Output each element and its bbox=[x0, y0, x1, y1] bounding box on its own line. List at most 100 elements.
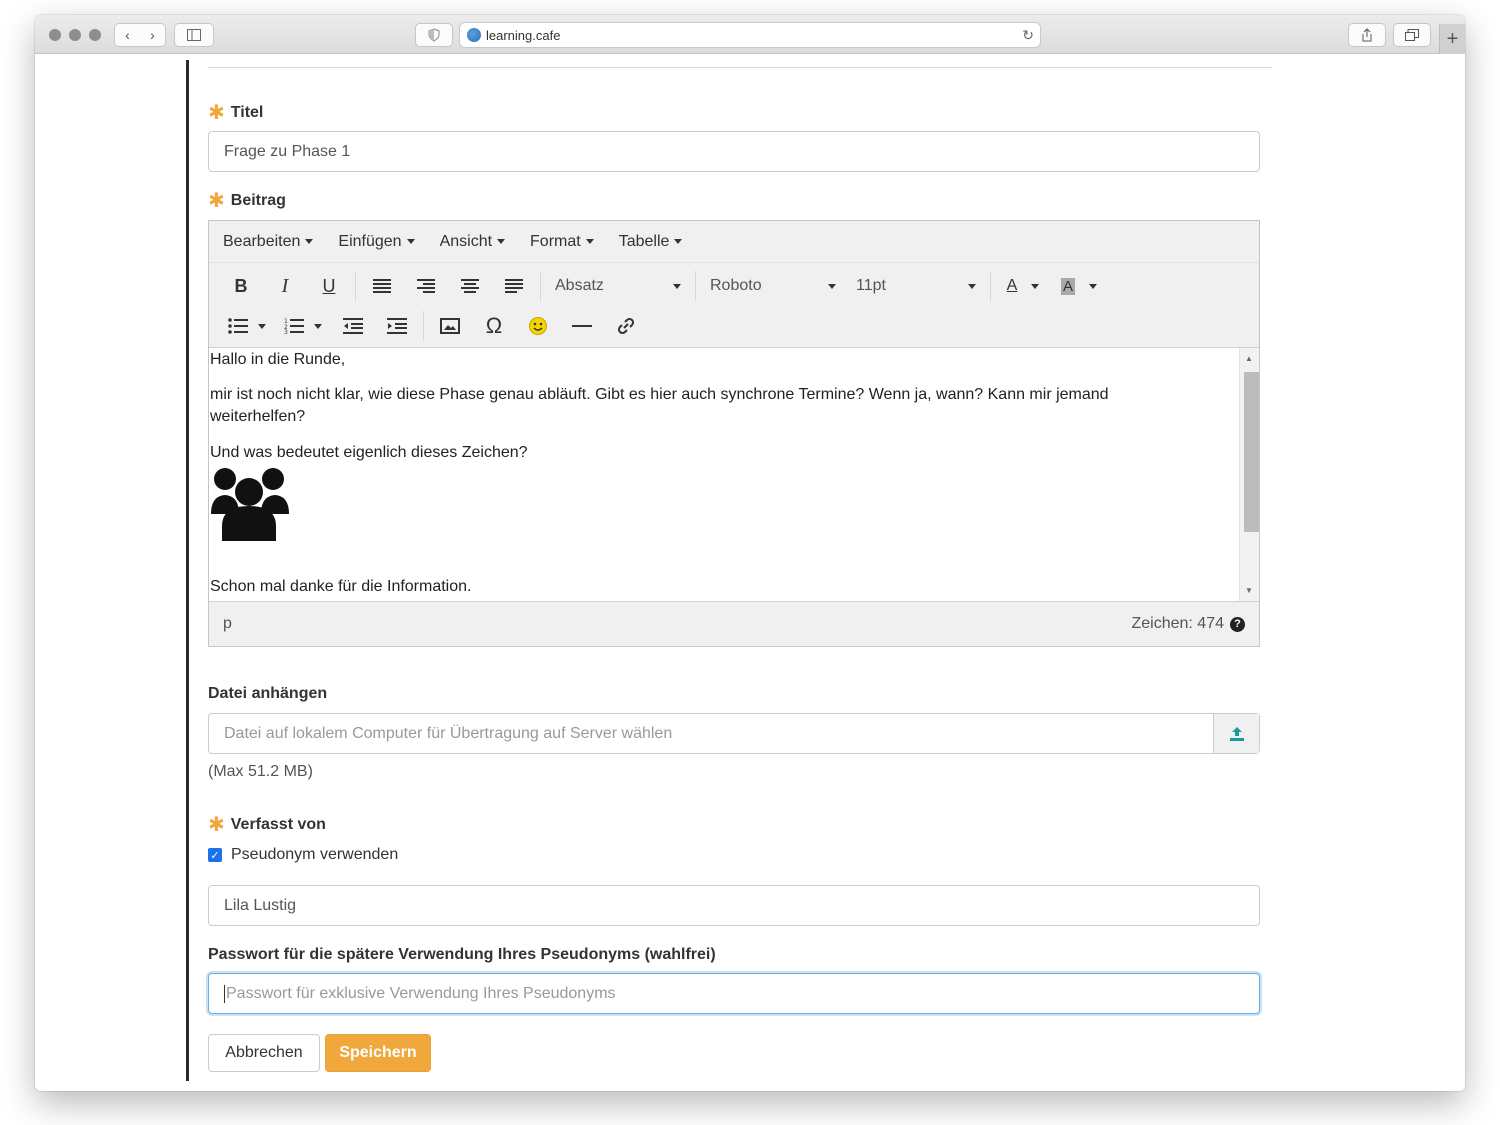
text-color-button[interactable]: A bbox=[995, 270, 1051, 302]
align-justify-button[interactable] bbox=[492, 270, 536, 302]
share-icon bbox=[1362, 28, 1372, 42]
menu-edit[interactable]: Bearbeiten bbox=[223, 233, 314, 251]
required-star-icon: ✱ bbox=[208, 102, 225, 124]
browser-window: ‹ › learning.cafe ↻ + ✱ Titel Frage zu P… bbox=[35, 15, 1465, 1091]
menu-view[interactable]: Ansicht bbox=[440, 233, 506, 251]
cancel-button[interactable]: Abbrechen bbox=[208, 1034, 320, 1072]
tabs-overview-button[interactable] bbox=[1393, 23, 1431, 47]
emoticons-button[interactable] bbox=[516, 310, 560, 342]
font-size-value: 11pt bbox=[856, 277, 886, 294]
back-forward-buttons[interactable]: ‹ › bbox=[114, 23, 166, 47]
special-character-button[interactable]: Ω bbox=[472, 310, 516, 342]
title-input-value: Frage zu Phase 1 bbox=[224, 142, 351, 160]
menu-table-label: Tabelle bbox=[618, 232, 670, 250]
caret-down-icon bbox=[968, 283, 976, 289]
new-tab-button[interactable]: + bbox=[1439, 24, 1465, 54]
address-url: learning.cafe bbox=[486, 27, 561, 43]
file-upload[interactable]: Datei auf lokalem Computer für Übertragu… bbox=[208, 713, 1260, 754]
pseudonym-input[interactable]: Lila Lustig bbox=[208, 885, 1260, 926]
privacy-report-button[interactable] bbox=[415, 23, 453, 47]
bullet-list-button[interactable] bbox=[219, 310, 275, 342]
char-count-text: Zeichen: 474 bbox=[1131, 615, 1224, 632]
font-family-select[interactable]: Roboto bbox=[700, 270, 846, 302]
align-center-button[interactable] bbox=[448, 270, 492, 302]
menu-table[interactable]: Tabelle bbox=[619, 233, 683, 251]
toolbar-separator bbox=[540, 271, 541, 301]
align-right-button[interactable] bbox=[404, 270, 448, 302]
block-format-value: Absatz bbox=[555, 277, 604, 294]
caret-down-icon bbox=[258, 323, 266, 329]
insert-image-button[interactable] bbox=[428, 310, 472, 342]
toolbar-separator bbox=[990, 271, 991, 301]
globe-icon bbox=[467, 28, 481, 42]
title-label-text: Titel bbox=[230, 104, 264, 121]
italic-button[interactable]: I bbox=[263, 270, 307, 302]
post-label-text: Beitrag bbox=[230, 192, 286, 209]
address-bar[interactable]: learning.cafe ↻ bbox=[459, 22, 1041, 48]
background-color-button[interactable]: A bbox=[1051, 270, 1107, 302]
minimize-window-button[interactable] bbox=[69, 29, 81, 41]
menu-format[interactable]: Format bbox=[530, 233, 594, 251]
page-content: ✱ Titel Frage zu Phase 1 ✱ Beitrag Bearb… bbox=[35, 55, 1465, 1091]
required-star-icon: ✱ bbox=[208, 190, 225, 212]
shield-icon bbox=[428, 28, 440, 42]
link-icon bbox=[617, 317, 635, 335]
bold-button[interactable]: B bbox=[219, 270, 263, 302]
align-left-button[interactable] bbox=[360, 270, 404, 302]
editor-scrollbar[interactable]: ▲ ▼ bbox=[1239, 348, 1259, 601]
share-button[interactable] bbox=[1348, 23, 1386, 47]
outdent-button[interactable] bbox=[331, 310, 375, 342]
pseudonym-checkbox[interactable]: ✓ bbox=[208, 848, 222, 862]
pseudonym-checkbox-row[interactable]: ✓ Pseudonym verwenden bbox=[208, 846, 398, 864]
back-icon[interactable]: ‹ bbox=[125, 27, 130, 43]
editor-menubar: Bearbeiten Einfügen Ansicht Format Tabel… bbox=[209, 221, 1259, 263]
save-button[interactable]: Speichern bbox=[325, 1034, 431, 1072]
caret-down-icon bbox=[1089, 283, 1097, 289]
help-icon[interactable]: ? bbox=[1230, 616, 1245, 632]
indent-button[interactable] bbox=[375, 310, 419, 342]
file-upload-field[interactable]: Datei auf lokalem Computer für Übertragu… bbox=[209, 714, 1213, 753]
toolbar-separator bbox=[695, 271, 696, 301]
attach-label-text: Datei anhängen bbox=[208, 685, 328, 702]
zoom-window-button[interactable] bbox=[89, 29, 101, 41]
menu-insert[interactable]: Einfügen bbox=[338, 232, 415, 251]
omega-icon: Ω bbox=[485, 313, 503, 338]
menu-insert-label: Einfügen bbox=[338, 232, 402, 250]
reload-icon[interactable]: ↻ bbox=[1022, 27, 1034, 44]
insert-link-button[interactable] bbox=[604, 310, 648, 342]
editor-paragraph: Und was bedeutet eigenlich dieses Zeiche… bbox=[210, 444, 528, 461]
editor-toolbar-row-2: 123 Ω bbox=[209, 306, 1259, 346]
element-path[interactable]: p bbox=[223, 615, 232, 633]
indent-icon bbox=[387, 318, 407, 334]
block-format-select[interactable]: Absatz bbox=[545, 270, 691, 302]
pseudonym-checkbox-label[interactable]: Pseudonym verwenden bbox=[231, 846, 398, 864]
font-size-select[interactable]: 11pt bbox=[846, 270, 986, 302]
close-window-button[interactable] bbox=[49, 29, 61, 41]
scroll-up-icon[interactable]: ▲ bbox=[1245, 354, 1253, 363]
scrollbar-thumb[interactable] bbox=[1244, 372, 1259, 532]
align-justify-icon bbox=[505, 279, 523, 293]
forward-icon[interactable]: › bbox=[150, 27, 155, 43]
browser-titlebar: ‹ › learning.cafe ↻ + bbox=[35, 15, 1465, 54]
italic-icon: I bbox=[281, 274, 289, 297]
upload-button[interactable] bbox=[1213, 714, 1259, 753]
numbered-list-button[interactable]: 123 bbox=[275, 310, 331, 342]
editor-paragraph: Hallo in die Runde, bbox=[210, 351, 346, 368]
editor-paragraph: mir ist noch nicht klar, wie diese Phase… bbox=[210, 386, 1109, 425]
char-count: Zeichen: 474 ? bbox=[1131, 615, 1245, 633]
numbered-list-icon: 123 bbox=[284, 318, 304, 334]
scroll-down-icon[interactable]: ▼ bbox=[1245, 586, 1253, 595]
sidebar-toggle-button[interactable] bbox=[174, 23, 214, 47]
caret-down-icon bbox=[585, 239, 594, 244]
editor-statusbar: p Zeichen: 474 ? bbox=[209, 602, 1259, 646]
outdent-icon bbox=[343, 318, 363, 334]
upload-icon bbox=[1229, 726, 1244, 741]
underline-button[interactable]: U bbox=[307, 270, 351, 302]
toolbar-separator bbox=[355, 271, 356, 301]
editor-content-area[interactable]: Hallo in die Runde, mir ist noch nicht k… bbox=[209, 347, 1259, 602]
password-input[interactable]: Passwort für exklusive Verwendung Ihres … bbox=[208, 973, 1260, 1014]
bold-icon: B bbox=[234, 275, 248, 296]
horizontal-rule-button[interactable] bbox=[560, 310, 604, 342]
title-input[interactable]: Frage zu Phase 1 bbox=[208, 131, 1260, 172]
caret-down-icon bbox=[1031, 283, 1040, 289]
